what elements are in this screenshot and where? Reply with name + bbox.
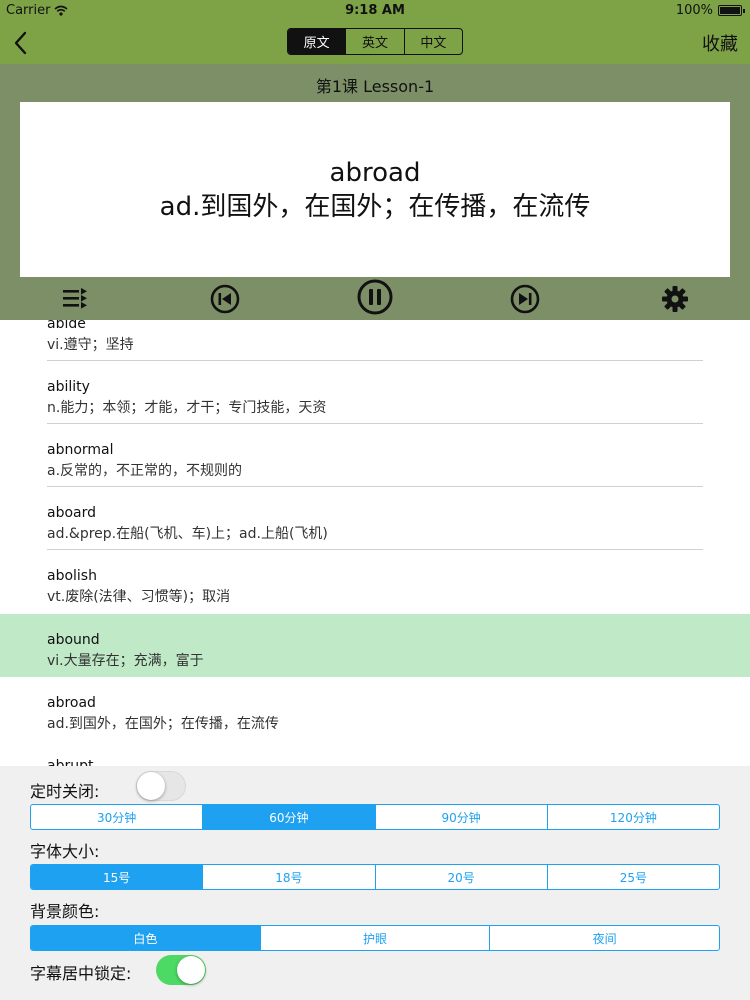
list-item[interactable]: abrupt (0, 740, 750, 766)
word-text: abolish (47, 568, 97, 584)
timer-option-120[interactable]: 120分钟 (546, 805, 719, 829)
playback-controls (0, 279, 750, 320)
lyric-display: abroad ad.到国外，在国外；在传播，在流传 (20, 102, 730, 277)
lesson-title: 第1课 Lesson-1 (315, 77, 435, 96)
word-meaning: ad.&prep.在船(飞机、车)上；ad.上船(飞机) (47, 526, 328, 542)
tab-chinese[interactable]: 中文 (403, 29, 462, 54)
word-meaning: a.反常的，不正常的，不规则的 (47, 463, 243, 479)
timer-option-60[interactable]: 60分钟 (202, 805, 375, 829)
text-mode-segmented-control: 原文 英文 中文 (287, 28, 463, 55)
chevron-left-icon (14, 31, 27, 55)
list-item[interactable]: abide vi.遵守；坚持 (0, 320, 750, 361)
playlist-button[interactable] (61, 286, 89, 310)
word-meaning: vt.废除(法律、习惯等)；取消 (47, 589, 231, 605)
bg-option-eye-care[interactable]: 护眼 (259, 926, 490, 950)
word-meaning: vi.大量存在；充满，富于 (47, 653, 204, 669)
font-size-options: 15号 18号 20号 25号 (30, 864, 720, 890)
gear-icon (662, 286, 688, 312)
list-item[interactable]: abolish vt.废除(法律、习惯等)；取消 (0, 550, 750, 613)
font-option-15[interactable]: 15号 (31, 865, 203, 889)
word-meaning: n.能力；本领；才能，才干；专门技能，天资 (47, 400, 327, 416)
subtitle-lock-toggle[interactable] (156, 955, 206, 985)
current-word: abroad (329, 157, 421, 188)
word-text: aboard (47, 505, 97, 521)
timer-toggle[interactable] (136, 771, 186, 801)
background-color-label: 背景颜色: (30, 902, 100, 921)
battery-group: 100% (675, 3, 745, 18)
previous-icon (210, 284, 240, 314)
list-item[interactable]: aboard ad.&prep.在船(飞机、车)上；ad.上船(飞机) (0, 487, 750, 550)
current-meaning: ad.到国外，在国外；在传播，在流传 (159, 191, 591, 222)
pause-icon (357, 279, 393, 315)
timer-option-30[interactable]: 30分钟 (31, 805, 202, 829)
tab-english[interactable]: 英文 (345, 29, 403, 54)
nav-bar: 原文 英文 中文 收藏 (0, 22, 750, 64)
next-icon (510, 284, 540, 314)
background-color-options: 白色 护眼 夜间 (30, 925, 720, 951)
status-bar: Carrier 9:18 AM 100% (0, 0, 750, 22)
favorite-button[interactable]: 收藏 (702, 30, 738, 56)
back-button[interactable] (10, 29, 34, 57)
settings-panel: 定时关闭: 30分钟 60分钟 90分钟 120分钟 字体大小: 15号 18号… (0, 766, 750, 1000)
font-size-label: 字体大小: (30, 842, 100, 861)
list-item[interactable]: abroad ad.到国外，在国外；在传播，在流传 (0, 677, 750, 740)
tab-original[interactable]: 原文 (288, 29, 346, 54)
next-button[interactable] (510, 284, 540, 314)
subtitle-lock-label: 字幕居中锁定: (30, 964, 132, 983)
word-text: abrupt (47, 758, 94, 766)
word-meaning: vi.遵守；坚持 (47, 337, 134, 353)
font-option-18[interactable]: 18号 (202, 865, 374, 889)
font-option-20[interactable]: 20号 (374, 865, 547, 889)
word-text: ability (47, 379, 90, 395)
list-item[interactable]: abnormal a.反常的，不正常的，不规则的 (0, 424, 750, 487)
settings-button[interactable] (661, 285, 689, 313)
battery-percent: 100% (675, 3, 713, 18)
timer-option-90[interactable]: 90分钟 (374, 805, 547, 829)
playlist-icon (63, 288, 87, 309)
previous-button[interactable] (210, 284, 240, 314)
font-option-25[interactable]: 25号 (546, 865, 719, 889)
bg-option-night[interactable]: 夜间 (489, 926, 719, 950)
list-item-highlighted[interactable]: abound vi.大量存在；充满，富于 (0, 614, 750, 677)
word-text: abide (47, 320, 86, 332)
word-text: abound (47, 632, 100, 648)
word-text: abroad (47, 695, 96, 711)
timer-label: 定时关闭: (30, 782, 100, 801)
list-item[interactable]: ability n.能力；本领；才能，才干；专门技能，天资 (0, 361, 750, 424)
pause-button[interactable] (357, 279, 393, 315)
word-list[interactable]: abide vi.遵守；坚持 ability n.能力；本领；才能，才干；专门技… (0, 320, 750, 766)
timer-options: 30分钟 60分钟 90分钟 120分钟 (30, 804, 720, 830)
word-meaning: ad.到国外，在国外；在传播，在流传 (47, 716, 279, 732)
battery-icon (718, 5, 745, 16)
player-panel: 第1课 Lesson-1 abroad ad.到国外，在国外；在传播，在流传 (0, 64, 750, 320)
status-time: 9:18 AM (345, 3, 405, 18)
bg-option-white[interactable]: 白色 (31, 926, 260, 950)
word-text: abnormal (47, 442, 114, 458)
